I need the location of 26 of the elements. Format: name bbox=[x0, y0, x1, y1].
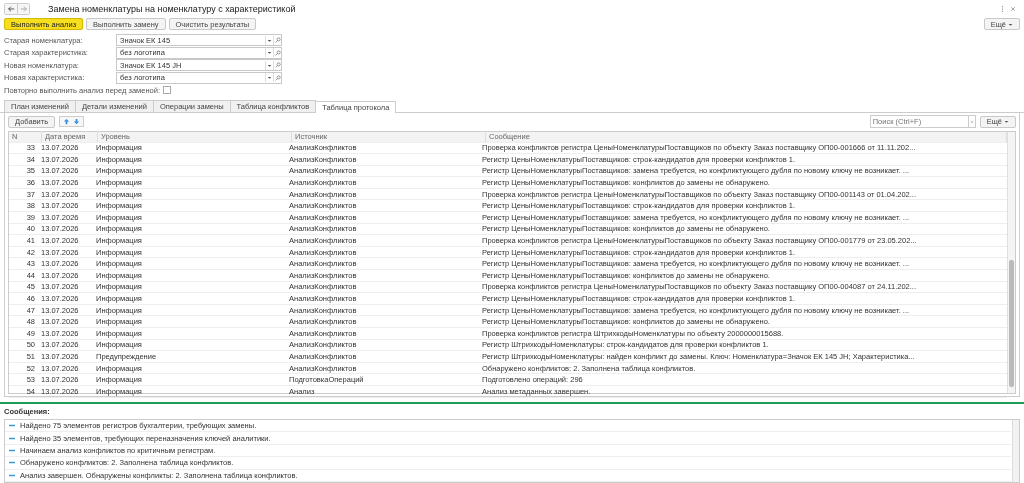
back-button[interactable] bbox=[5, 4, 17, 14]
down-arrow-icon[interactable] bbox=[73, 118, 81, 125]
dash-icon bbox=[9, 424, 15, 428]
checkbox[interactable] bbox=[163, 86, 171, 95]
search-icon[interactable] bbox=[274, 62, 281, 69]
search-icon[interactable] bbox=[274, 49, 281, 56]
back-arrow-icon bbox=[7, 5, 15, 13]
caret-icon bbox=[1004, 119, 1009, 124]
caret-icon bbox=[1008, 21, 1013, 27]
clear-icon[interactable] bbox=[969, 119, 974, 124]
scrollbar[interactable] bbox=[1007, 131, 1015, 394]
forward-arrow-icon bbox=[19, 5, 28, 13]
more-options-icon[interactable] bbox=[1001, 5, 1004, 13]
dropdown-icon[interactable] bbox=[267, 75, 272, 81]
up-arrow-icon[interactable] bbox=[63, 118, 71, 125]
window-title: Замена номенклатуры на номенклатуру с характеристикой bbox=[48, 4, 297, 14]
forward-button[interactable] bbox=[17, 4, 29, 14]
dropdown-icon[interactable] bbox=[267, 37, 272, 43]
dash-icon bbox=[9, 473, 15, 477]
dash-icon bbox=[9, 449, 15, 452]
scrollbar[interactable] bbox=[1012, 420, 1019, 482]
search-icon[interactable] bbox=[274, 74, 281, 81]
dash-icon bbox=[9, 461, 15, 465]
close-icon[interactable] bbox=[1010, 6, 1016, 12]
dash-icon bbox=[9, 436, 15, 440]
search-icon[interactable] bbox=[274, 37, 281, 44]
